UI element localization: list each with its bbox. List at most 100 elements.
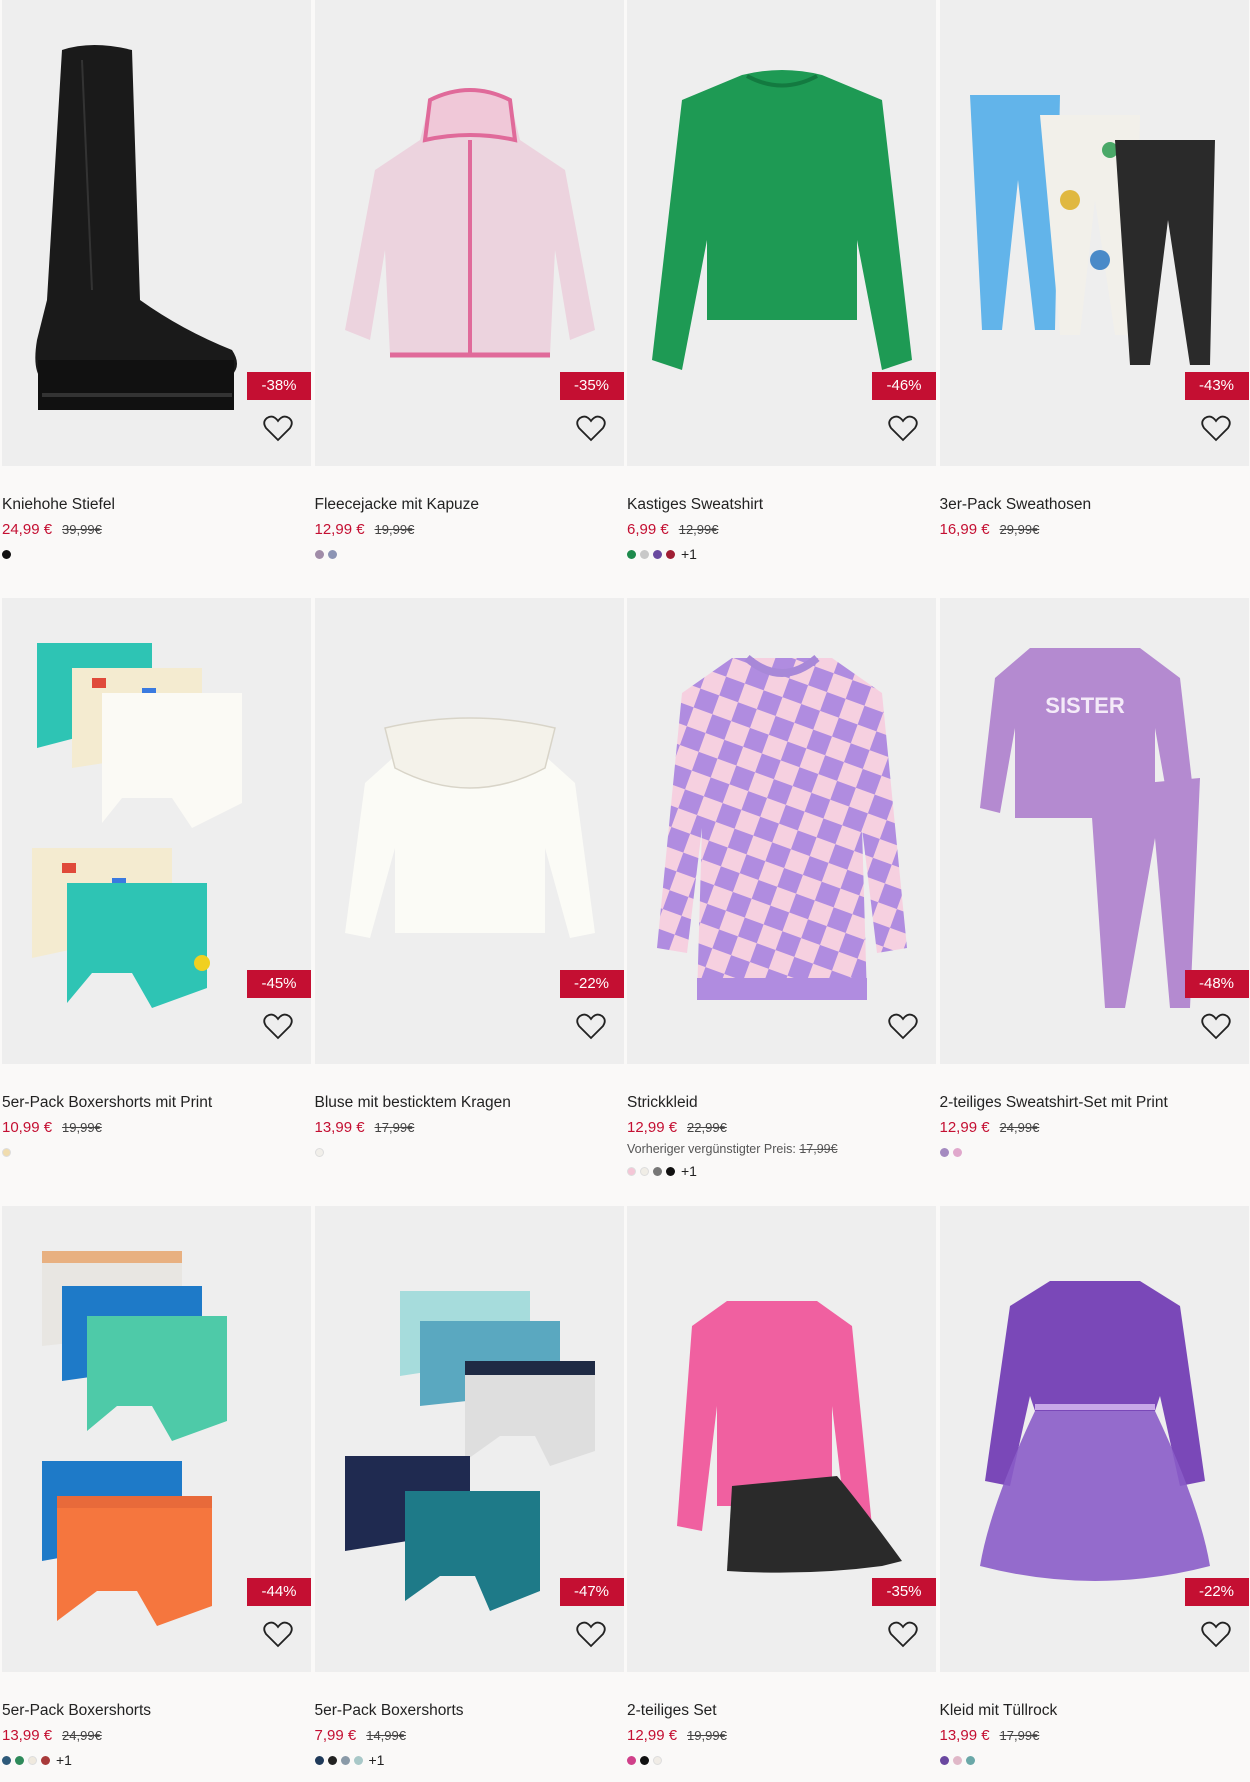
color-swatch[interactable] bbox=[939, 1147, 949, 1157]
color-swatch[interactable] bbox=[28, 1755, 37, 1765]
product-name[interactable]: Bluse mit besticktem Kragen bbox=[315, 1093, 624, 1113]
color-swatches bbox=[627, 1752, 936, 1768]
color-swatch[interactable] bbox=[653, 549, 662, 559]
product-image[interactable]: -44% bbox=[2, 1206, 311, 1672]
heart-outline-icon[interactable] bbox=[888, 414, 918, 442]
sale-price: 13,99 € bbox=[2, 1727, 53, 1744]
color-swatch[interactable] bbox=[627, 1755, 636, 1765]
product-card[interactable]: -43% 3er-Pack Sweathosen 16,99 € 29,99€ bbox=[939, 0, 1249, 598]
heart-outline-icon[interactable] bbox=[888, 1620, 918, 1648]
color-swatch[interactable] bbox=[340, 1755, 350, 1765]
product-info: Kniehohe Stiefel 24,99 € 39,99€ bbox=[2, 466, 311, 598]
sale-price: 7,99 € bbox=[314, 1727, 357, 1744]
product-info: Bluse mit besticktem Kragen 13,99 € 17,99… bbox=[314, 1064, 624, 1206]
discount-badge: -47% bbox=[559, 1578, 624, 1606]
color-swatch[interactable] bbox=[41, 1755, 50, 1765]
heart-outline-icon[interactable] bbox=[1200, 1620, 1231, 1648]
color-swatch[interactable] bbox=[627, 1166, 636, 1176]
heart-outline-icon[interactable] bbox=[1200, 414, 1231, 442]
product-image[interactable]: -35% bbox=[627, 1206, 936, 1672]
color-swatch[interactable] bbox=[314, 1755, 324, 1765]
product-name[interactable]: 5er-Pack Boxershorts mit Print bbox=[2, 1093, 311, 1113]
product-card[interactable]: -47% 5er-Pack Boxershorts 7,99 € 14,99€ +… bbox=[314, 1206, 624, 1782]
heart-outline-icon[interactable] bbox=[263, 1620, 293, 1648]
product-card[interactable]: -38% Kniehohe Stiefel 24,99 € 39,99€ bbox=[2, 0, 311, 598]
product-name[interactable]: 3er-Pack Sweathosen bbox=[940, 495, 1249, 515]
heart-outline-icon[interactable] bbox=[1200, 1012, 1231, 1040]
color-swatch[interactable] bbox=[327, 549, 337, 559]
product-card[interactable]: SISTER -48% 2-teiliges Sweatshirt-Set mi… bbox=[939, 598, 1249, 1206]
heart-outline-icon[interactable] bbox=[263, 414, 293, 442]
sale-price: 12,99 € bbox=[627, 1119, 678, 1136]
color-swatch[interactable] bbox=[965, 1755, 975, 1765]
color-swatch[interactable] bbox=[327, 1755, 337, 1765]
more-colors-count[interactable]: +1 bbox=[56, 1752, 72, 1768]
more-colors-count[interactable]: +1 bbox=[681, 546, 697, 562]
product-name[interactable]: 2-teiliges Set bbox=[627, 1701, 936, 1721]
color-swatch[interactable] bbox=[2, 1755, 11, 1765]
product-image[interactable]: -45% bbox=[2, 598, 311, 1064]
product-name[interactable]: Strickkleid bbox=[627, 1093, 936, 1113]
color-swatches bbox=[939, 1752, 1249, 1768]
color-swatch[interactable] bbox=[952, 1147, 962, 1157]
heart-outline-icon[interactable] bbox=[263, 1012, 293, 1040]
product-card[interactable]: -22% Bluse mit besticktem Kragen 13,99 €… bbox=[314, 598, 624, 1206]
original-price: 24,99€ bbox=[999, 1120, 1040, 1135]
product-image[interactable]: -22% bbox=[939, 1206, 1249, 1672]
sale-price: 16,99 € bbox=[939, 521, 990, 538]
color-swatch[interactable] bbox=[640, 1166, 649, 1176]
product-image[interactable]: -38% bbox=[2, 0, 311, 466]
heart-outline-icon[interactable] bbox=[575, 1620, 606, 1648]
previous-price-note: Vorheriger vergünstigter Preis: 17,99€ bbox=[627, 1142, 838, 1156]
color-swatches bbox=[2, 1144, 311, 1160]
product-name[interactable]: 5er-Pack Boxershorts bbox=[315, 1701, 624, 1721]
sister-print: SISTER bbox=[1045, 693, 1125, 718]
color-swatch[interactable] bbox=[15, 1755, 24, 1765]
product-card[interactable]: -46% Kastiges Sweatshirt 6,99 € 12,99€ +1 bbox=[627, 0, 936, 598]
color-swatches: +1 bbox=[627, 546, 936, 562]
product-image[interactable]: -43% bbox=[939, 0, 1249, 466]
color-swatch[interactable] bbox=[640, 549, 649, 559]
product-card[interactable]: Strickkleid 12,99 € 22,99€ Vorheriger ver… bbox=[627, 598, 936, 1206]
color-swatch[interactable] bbox=[939, 1755, 949, 1765]
discount-badge: -45% bbox=[247, 970, 311, 998]
heart-outline-icon[interactable] bbox=[888, 1012, 918, 1040]
product-card[interactable]: -45% 5er-Pack Boxershorts mit Print 10,9… bbox=[2, 598, 311, 1206]
color-swatch[interactable] bbox=[653, 1166, 662, 1176]
product-card[interactable]: -35% Fleecejacke mit Kapuze 12,99 € 19,99… bbox=[314, 0, 624, 598]
more-colors-count[interactable]: +1 bbox=[369, 1752, 385, 1768]
color-swatch[interactable] bbox=[314, 1147, 324, 1157]
product-name[interactable]: 2-teiliges Sweatshirt-Set mit Print bbox=[940, 1093, 1249, 1113]
heart-outline-icon[interactable] bbox=[575, 1012, 606, 1040]
product-card[interactable]: -44% 5er-Pack Boxershorts 13,99 € 24,99€ … bbox=[2, 1206, 311, 1782]
product-card[interactable]: -22% Kleid mit Tüllrock 13,99 € 17,99€ bbox=[939, 1206, 1249, 1782]
color-swatch[interactable] bbox=[353, 1755, 363, 1765]
color-swatch[interactable] bbox=[627, 549, 636, 559]
more-colors-count[interactable]: +1 bbox=[681, 1163, 697, 1179]
color-swatch[interactable] bbox=[666, 549, 675, 559]
original-price: 24,99€ bbox=[62, 1728, 102, 1743]
heart-outline-icon[interactable] bbox=[575, 414, 606, 442]
product-name[interactable]: 5er-Pack Boxershorts bbox=[2, 1701, 311, 1721]
color-swatch[interactable] bbox=[314, 549, 324, 559]
product-image[interactable]: -47% bbox=[314, 1206, 624, 1672]
color-swatches bbox=[940, 546, 1249, 562]
product-name[interactable]: Kleid mit Tüllrock bbox=[940, 1701, 1249, 1721]
color-swatch[interactable] bbox=[2, 1147, 11, 1157]
product-image[interactable]: -46% bbox=[627, 0, 936, 466]
color-swatch[interactable] bbox=[666, 1166, 675, 1176]
product-image[interactable]: -22% bbox=[314, 598, 624, 1064]
product-name[interactable]: Kastiges Sweatshirt bbox=[627, 495, 936, 515]
color-swatch[interactable] bbox=[952, 1755, 962, 1765]
original-price: 22,99€ bbox=[687, 1120, 727, 1135]
product-image[interactable] bbox=[627, 598, 936, 1064]
product-name[interactable]: Fleecejacke mit Kapuze bbox=[315, 495, 624, 515]
product-image[interactable]: -35% bbox=[314, 0, 624, 466]
color-swatch[interactable] bbox=[640, 1755, 649, 1765]
product-name[interactable]: Kniehohe Stiefel bbox=[2, 495, 311, 515]
product-card[interactable]: -35% 2-teiliges Set 12,99 € 19,99€ bbox=[627, 1206, 936, 1782]
product-image[interactable]: SISTER -48% bbox=[939, 598, 1249, 1064]
product-info: 2-teiliges Set 12,99 € 19,99€ bbox=[627, 1672, 936, 1782]
color-swatch[interactable] bbox=[2, 549, 11, 559]
color-swatch[interactable] bbox=[653, 1755, 662, 1765]
